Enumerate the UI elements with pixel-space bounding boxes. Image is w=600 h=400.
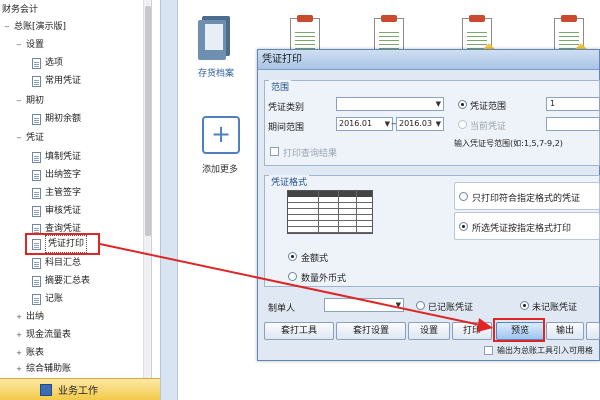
arrow-line: [99, 243, 486, 327]
annotation-arrow: [99, 243, 493, 332]
arrow-head: [477, 318, 493, 332]
